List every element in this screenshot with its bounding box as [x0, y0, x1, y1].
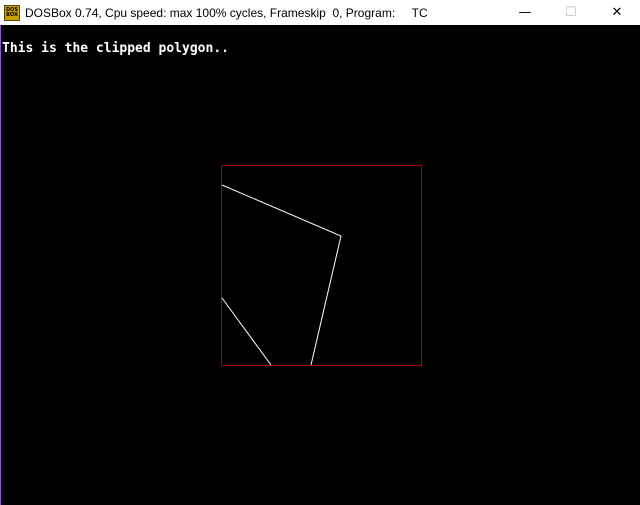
- minimize-button[interactable]: —: [502, 0, 548, 25]
- window-border-left: [0, 25, 1, 505]
- graphics-canvas: [221, 165, 422, 366]
- icon-text-bottom: BOX: [6, 11, 18, 18]
- maximize-button[interactable]: ☐: [548, 0, 594, 25]
- dosbox-app-icon[interactable]: DOS BOX: [4, 4, 20, 21]
- window-controls: — ☐ ✕: [502, 0, 640, 25]
- window-title: DOSBox 0.74, Cpu speed: max 100% cycles,…: [25, 5, 428, 20]
- clipped-polygon-edge-top-right: [221, 184, 342, 366]
- dosbox-window: DOS BOX DOSBox 0.74, Cpu speed: max 100%…: [0, 0, 640, 505]
- clip-window-rectangle: [221, 165, 422, 366]
- close-button[interactable]: ✕: [594, 0, 640, 25]
- maximize-icon: ☐: [565, 5, 577, 20]
- close-icon: ✕: [611, 5, 623, 20]
- dos-screen[interactable]: This is the clipped polygon..: [0, 25, 640, 505]
- clipped-polygon-edge-bottom-left: [221, 297, 272, 366]
- title-bar[interactable]: DOS BOX DOSBox 0.74, Cpu speed: max 100%…: [0, 0, 640, 25]
- minimize-icon: —: [518, 5, 532, 20]
